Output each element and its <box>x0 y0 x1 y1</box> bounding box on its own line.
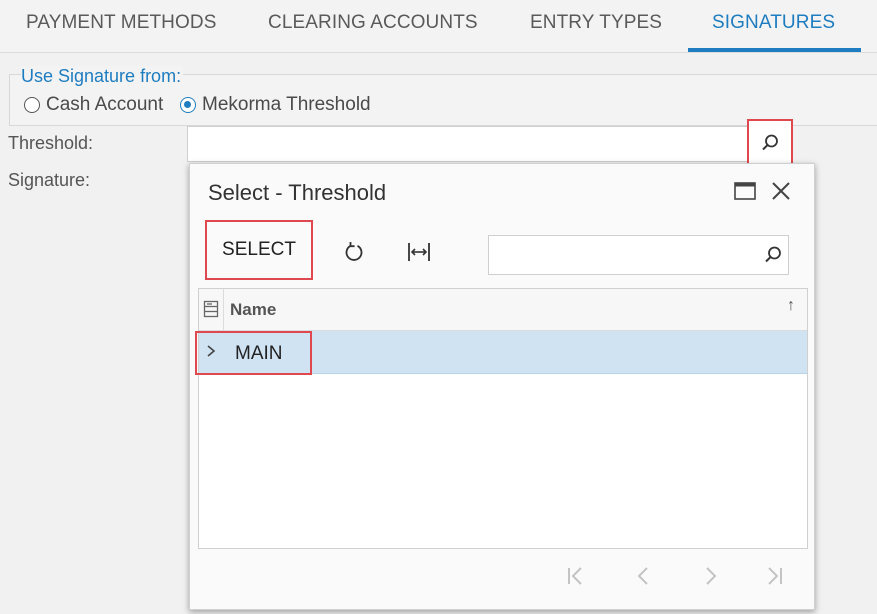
next-page-icon[interactable] <box>699 565 721 587</box>
close-icon[interactable] <box>770 180 792 202</box>
grid-header-divider <box>223 289 224 331</box>
tab-signatures[interactable]: SIGNATURES <box>712 0 835 53</box>
select-threshold-dialog: Select - Threshold SELECT Name ↑ MAIN <box>189 163 815 610</box>
grid-header: Name ↑ <box>199 289 807 331</box>
active-tab-indicator <box>688 48 861 52</box>
radio-cash-account[interactable]: Cash Account <box>24 94 163 116</box>
radio-mekorma-threshold-label: Mekorma Threshold <box>202 94 371 115</box>
fit-columns-icon[interactable] <box>407 240 431 264</box>
signature-source-legend: Use Signature from: <box>21 66 184 87</box>
signature-label: Signature: <box>8 170 91 190</box>
dialog-title: Select - Threshold <box>208 180 387 205</box>
radio-cash-account-circle[interactable] <box>24 97 40 113</box>
dialog-search-input[interactable] <box>488 235 789 275</box>
radio-mekorma-threshold-circle[interactable] <box>180 97 196 113</box>
search-icon[interactable] <box>763 245 783 265</box>
last-page-icon[interactable] <box>763 565 785 587</box>
previous-page-icon[interactable] <box>633 565 655 587</box>
maximize-icon[interactable] <box>734 182 756 200</box>
threshold-label: Threshold: <box>8 133 94 153</box>
tab-bar: PAYMENT METHODS CLEARING ACCOUNTS ENTRY … <box>0 0 877 53</box>
tab-entry-types[interactable]: ENTRY TYPES <box>530 0 662 53</box>
refresh-icon[interactable] <box>342 240 366 264</box>
radio-cash-account-label: Cash Account <box>46 94 164 115</box>
tab-clearing-accounts[interactable]: CLEARING ACCOUNTS <box>268 0 478 53</box>
row-selector-icon[interactable] <box>203 300 219 318</box>
threshold-lookup-button[interactable] <box>747 119 793 167</box>
threshold-grid: Name ↑ MAIN <box>198 288 808 549</box>
row-highlight-box <box>195 331 312 375</box>
sort-ascending-icon[interactable]: ↑ <box>787 297 795 315</box>
radio-mekorma-threshold[interactable]: Mekorma Threshold <box>180 94 371 116</box>
search-icon <box>762 134 778 151</box>
select-button[interactable]: SELECT <box>205 220 313 280</box>
threshold-input[interactable] <box>187 126 792 162</box>
first-page-icon[interactable] <box>565 565 587 587</box>
column-header-name[interactable]: Name <box>230 300 276 320</box>
tab-payment-methods[interactable]: PAYMENT METHODS <box>26 0 216 53</box>
